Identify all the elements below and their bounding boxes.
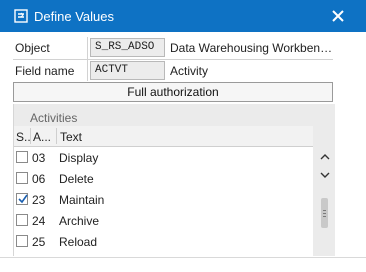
divider bbox=[13, 59, 333, 60]
activity-code: 24 bbox=[32, 214, 46, 228]
define-values-icon bbox=[14, 9, 28, 23]
row-checkbox[interactable] bbox=[16, 214, 28, 226]
checkmark-icon bbox=[18, 194, 28, 204]
window-title: Define Values bbox=[34, 9, 114, 24]
grip-line bbox=[323, 210, 326, 211]
chevron-down-icon[interactable] bbox=[319, 170, 331, 180]
activity-code: 03 bbox=[32, 151, 46, 165]
divider bbox=[0, 257, 366, 258]
activity-text: Archive bbox=[59, 214, 100, 228]
panel-title: Activities bbox=[30, 111, 78, 125]
column-separator[interactable] bbox=[30, 128, 31, 144]
chevron-up-icon[interactable] bbox=[319, 152, 331, 162]
column-header-select[interactable]: S.. bbox=[16, 130, 31, 144]
activity-text: Delete bbox=[59, 172, 94, 186]
grip-line bbox=[323, 213, 326, 214]
activity-code: 06 bbox=[32, 172, 46, 186]
row-checkbox[interactable] bbox=[16, 151, 28, 163]
close-icon[interactable] bbox=[326, 4, 350, 28]
table-header: S.. A... Text bbox=[14, 126, 313, 147]
activities-table: S.. A... Text 03 Display 06 Delete 23 Ma… bbox=[14, 126, 313, 256]
activity-text: Maintain bbox=[59, 193, 105, 207]
table-row[interactable]: 03 Display bbox=[14, 147, 313, 168]
row-checkbox-checked[interactable] bbox=[16, 193, 28, 205]
column-separator[interactable] bbox=[56, 128, 57, 144]
field-name-label: Field name bbox=[15, 64, 75, 78]
activities-panel: Activities S.. A... Text 03 Display 06 D… bbox=[13, 104, 335, 256]
object-description: Data Warehousing Workben… bbox=[170, 41, 333, 55]
vertical-scrollbar[interactable] bbox=[315, 126, 335, 256]
row-checkbox[interactable] bbox=[16, 235, 28, 247]
full-authorization-button[interactable]: Full authorization bbox=[13, 82, 333, 102]
title-bar: Define Values bbox=[0, 0, 366, 32]
field-name-field[interactable]: ACTVT bbox=[90, 61, 165, 80]
divider bbox=[87, 37, 88, 59]
scrollbar-thumb[interactable] bbox=[321, 198, 328, 228]
activity-code: 25 bbox=[32, 235, 46, 249]
column-header-text[interactable]: Text bbox=[60, 130, 82, 144]
table-row[interactable]: 23 Maintain bbox=[14, 189, 313, 210]
grip-line bbox=[323, 216, 326, 217]
column-header-activity[interactable]: A... bbox=[33, 130, 51, 144]
row-checkbox[interactable] bbox=[16, 172, 28, 184]
activity-text: Reload bbox=[59, 235, 98, 249]
field-name-description: Activity bbox=[170, 64, 209, 78]
activity-text: Display bbox=[59, 151, 99, 165]
object-label: Object bbox=[15, 41, 50, 55]
table-row[interactable]: 25 Reload bbox=[14, 231, 313, 252]
table-row[interactable]: 06 Delete bbox=[14, 168, 313, 189]
table-row[interactable]: 24 Archive bbox=[14, 210, 313, 231]
activity-code: 23 bbox=[32, 193, 46, 207]
object-field[interactable]: S_RS_ADSO bbox=[90, 38, 165, 57]
divider bbox=[87, 60, 88, 81]
